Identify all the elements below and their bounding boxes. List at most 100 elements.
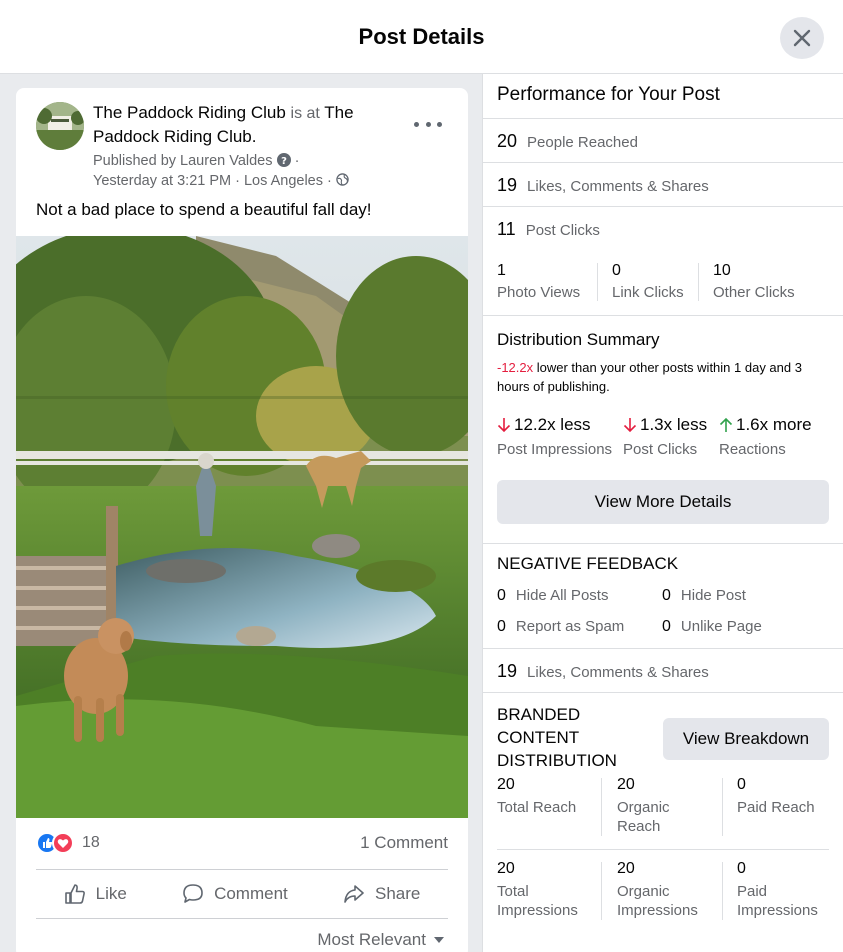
branded-title: BRANDED CONTENT DISTRIBUTION: [497, 703, 617, 772]
other-clicks-label: Other Clicks: [713, 284, 795, 301]
organic-impressions-value: 20: [617, 860, 635, 877]
people-reached-value: 20: [497, 131, 518, 151]
post-action-bar: Like Comment Share: [36, 869, 448, 919]
share-button[interactable]: Share: [343, 883, 420, 905]
organic-impressions-stat: 20 Organic Impressions: [617, 860, 717, 920]
comment-label: Comment: [214, 884, 288, 903]
engagement-label: Likes, Comments & Shares: [527, 178, 709, 195]
link-clicks-value: 0: [612, 262, 621, 279]
divider: [722, 778, 723, 836]
sort-label: Most Relevant: [317, 930, 426, 949]
paid-reach-stat: 0 Paid Reach: [737, 776, 837, 817]
like-label: Like: [95, 884, 127, 903]
hide-post-value: 0: [662, 587, 671, 604]
close-button[interactable]: [780, 17, 824, 59]
total-impressions-value: 20: [497, 860, 515, 877]
total-reach-stat: 20 Total Reach: [497, 776, 597, 817]
dialog-header: Post Details: [0, 0, 843, 74]
total-reach-label: Total Reach: [497, 799, 577, 816]
people-reached-label: People Reached: [527, 134, 638, 151]
other-clicks-value: 10: [713, 262, 731, 279]
comment-sort-dropdown[interactable]: Most Relevant: [317, 930, 444, 950]
post-options-button[interactable]: [414, 114, 442, 134]
like-button[interactable]: Like: [64, 883, 127, 905]
divider: [597, 263, 598, 301]
branded-title-line: BRANDED: [497, 705, 581, 724]
hide-all-posts-stat: 0 Hide All Posts: [497, 587, 608, 605]
view-more-details-button[interactable]: View More Details: [497, 480, 829, 524]
clicks-metric: 1.3x less Post Clicks: [623, 415, 707, 458]
hide-post-label: Hide Post: [680, 587, 746, 604]
photo-views-label: Photo Views: [497, 284, 581, 301]
distribution-highlight: -12.2x: [497, 360, 534, 375]
engagement2-value: 19: [497, 661, 518, 681]
post-message: Not a bad place to spend a beautiful fal…: [36, 200, 372, 219]
clicks-change: 1.3x less: [640, 415, 708, 434]
branded-title-line: CONTENT: [497, 728, 580, 747]
globe-icon: [336, 173, 349, 186]
unlike-page-stat: 0 Unlike Page: [662, 618, 762, 636]
arrow-down-icon: [497, 418, 511, 433]
paid-impressions-label: Paid Impressions: [737, 883, 818, 919]
negative-feedback-section: NEGATIVE FEEDBACK 0 Hide All Posts 0 Hid…: [483, 544, 843, 649]
organic-reach-stat: 20 Organic Reach: [617, 776, 717, 836]
hide-all-posts-label: Hide All Posts: [515, 587, 609, 604]
share-arrow-icon: [344, 885, 364, 903]
svg-text:?: ?: [281, 156, 287, 167]
total-impressions-label: Total Impressions: [497, 883, 578, 919]
page-avatar[interactable]: [36, 102, 84, 150]
comment-count-link[interactable]: 1 Comment: [360, 833, 448, 853]
divider: [722, 862, 723, 920]
more-dot: [437, 121, 442, 127]
hide-all-posts-value: 0: [497, 587, 506, 604]
dialog-title: Post Details: [358, 24, 485, 49]
comment-bubble-icon: [183, 884, 203, 903]
photo-views-value: 1: [497, 262, 506, 279]
insights-pane: Performance for Your Post 20 People Reac…: [482, 74, 843, 952]
avatar-image: [36, 102, 84, 150]
more-dot: [414, 121, 419, 127]
other-clicks-stat: 10 Other Clicks: [713, 262, 833, 301]
comment-button[interactable]: Comment: [182, 883, 288, 905]
paid-impressions-stat: 0 Paid Impressions: [737, 860, 837, 920]
engagement2-label: Likes, Comments & Shares: [527, 664, 709, 681]
hide-post-stat: 0 Hide Post: [662, 587, 746, 605]
branded-title-line: DISTRIBUTION: [497, 751, 617, 770]
organic-impressions-label: Organic Impressions: [617, 883, 698, 919]
view-breakdown-button[interactable]: View Breakdown: [663, 718, 829, 760]
published-by: Published by Lauren Valdes: [93, 153, 273, 169]
organic-reach-label: Organic Reach: [617, 799, 670, 835]
garden-photo-illustration: [16, 236, 468, 818]
divider: [601, 862, 602, 920]
page-name-link[interactable]: The Paddock Riding Club: [93, 103, 286, 122]
branded-content-section: BRANDED CONTENT DISTRIBUTION View Breakd…: [483, 693, 843, 952]
post-clicks-section: 11 Post Clicks 1 Photo Views 0 Link Clic…: [483, 207, 843, 316]
people-reached-row: 20 People Reached: [483, 119, 843, 163]
total-reach-value: 20: [497, 776, 515, 793]
more-dot: [425, 121, 431, 127]
performance-title: Performance for Your Post: [497, 84, 720, 105]
distribution-desc-text: lower than your other posts within 1 day…: [497, 360, 802, 394]
link-clicks-stat: 0 Link Clicks: [612, 262, 712, 301]
divider: [698, 263, 699, 301]
reactions-summary[interactable]: 18: [36, 832, 100, 854]
distribution-description: -12.2x lower than your other posts withi…: [497, 358, 827, 396]
impressions-label: Post Impressions: [497, 441, 613, 458]
post-clicks-label: Post Clicks: [525, 222, 600, 239]
negative-feedback-title: NEGATIVE FEEDBACK: [497, 554, 679, 573]
close-icon: [793, 29, 811, 47]
share-label: Share: [375, 884, 421, 903]
report-spam-value: 0: [497, 618, 506, 635]
photo-views-stat: 1 Photo Views: [497, 262, 607, 301]
post-clicks-value: 11: [497, 219, 516, 239]
question-icon[interactable]: ?: [276, 153, 291, 167]
branded-divider: [497, 849, 829, 850]
engagement-value: 19: [497, 175, 518, 195]
post-preview-pane: The Paddock Riding Club is at The Paddoc…: [0, 74, 482, 952]
post-photo[interactable]: [16, 236, 468, 818]
report-spam-stat: 0 Report as Spam: [497, 618, 624, 636]
arrow-up-icon: [719, 417, 733, 432]
post-time[interactable]: Yesterday at 3:21 PM · Los Angeles ·: [93, 173, 332, 189]
unlike-page-label: Unlike Page: [680, 618, 762, 635]
engagement-row: 19 Likes, Comments & Shares: [483, 163, 843, 207]
